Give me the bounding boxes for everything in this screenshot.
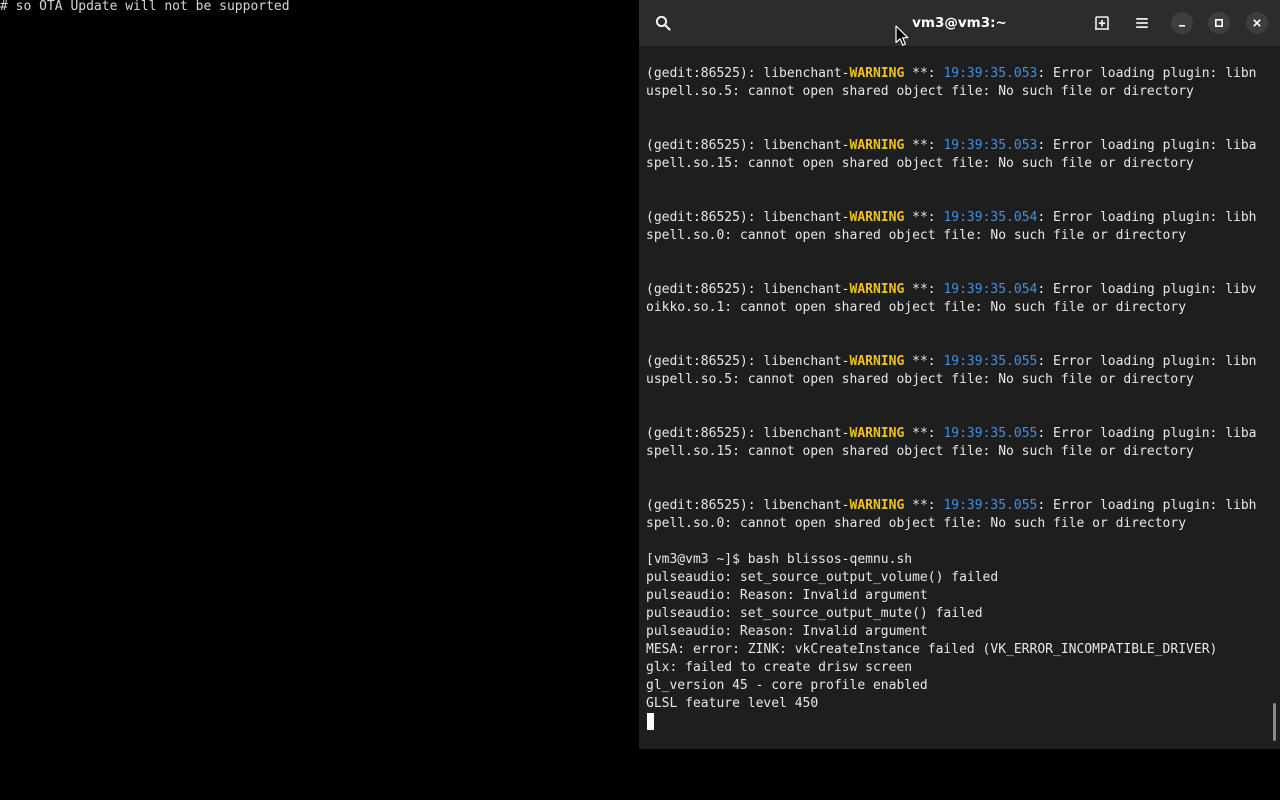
console-text-line: # so OTA Update will not be supported <box>0 0 290 14</box>
output-line: MESA: error: ZINK: vkCreateInstance fail… <box>646 642 1218 657</box>
log-line-continuation: spell.so.0: cannot open shared object fi… <box>646 516 1187 531</box>
log-line: (gedit:86525): libenchant-WARNING **: 19… <box>646 210 1257 225</box>
log-entry: (gedit:86525): libenchant-WARNING **: 19… <box>646 425 1272 461</box>
command-output-block: [vm3@vm3 ~]$ bash blissos-qemnu.sh pulse… <box>646 551 1272 713</box>
log-line: (gedit:86525): libenchant-WARNING **: 19… <box>646 66 1257 81</box>
output-line: glx: failed to create drisw screen <box>646 660 913 675</box>
terminal-output[interactable]: (gedit:86525): libenchant-WARNING **: 19… <box>646 65 1272 735</box>
log-line-continuation: uspell.so.5: cannot open shared object f… <box>646 372 1194 387</box>
mouse-pointer-icon <box>895 25 909 47</box>
maximize-icon <box>1214 18 1224 28</box>
log-line-continuation: oikko.so.1: cannot open shared object fi… <box>646 300 1187 315</box>
new-tab-icon <box>1094 15 1110 31</box>
output-line: pulseaudio: Reason: Invalid argument <box>646 624 928 639</box>
new-tab-button[interactable] <box>1088 9 1116 37</box>
warning-label: WARNING <box>849 354 905 369</box>
hamburger-menu-icon <box>1134 15 1150 31</box>
timestamp: 19:39:35.053 <box>943 66 1038 81</box>
log-line-continuation: spell.so.15: cannot open shared object f… <box>646 444 1194 459</box>
warning-label: WARNING <box>849 498 905 513</box>
minimize-button[interactable] <box>1171 12 1193 34</box>
timestamp: 19:39:35.053 <box>943 138 1038 153</box>
close-icon <box>1252 18 1262 28</box>
log-line-continuation: uspell.so.5: cannot open shared object f… <box>646 84 1194 99</box>
output-line: gl_version 45 - core profile enabled <box>646 678 928 693</box>
timestamp: 19:39:35.055 <box>943 498 1038 513</box>
main-menu-button[interactable] <box>1128 9 1156 37</box>
terminal-headerbar[interactable]: vm3@vm3:~ <box>639 0 1280 46</box>
log-entry: (gedit:86525): libenchant-WARNING **: 19… <box>646 497 1272 533</box>
warning-label: WARNING <box>849 210 905 225</box>
log-entry: (gedit:86525): libenchant-WARNING **: 19… <box>646 281 1272 317</box>
log-line: (gedit:86525): libenchant-WARNING **: 19… <box>646 426 1257 441</box>
warning-label: WARNING <box>849 66 905 81</box>
log-line-continuation: spell.so.15: cannot open shared object f… <box>646 156 1194 171</box>
timestamp: 19:39:35.055 <box>943 354 1038 369</box>
output-line: GLSL feature level 450 <box>646 696 819 711</box>
minimize-icon <box>1177 18 1187 28</box>
log-line: (gedit:86525): libenchant-WARNING **: 19… <box>646 498 1257 513</box>
log-line: (gedit:86525): libenchant-WARNING **: 19… <box>646 354 1257 369</box>
qemu-console-area: # so OTA Update will not be supported <box>0 0 639 800</box>
maximize-button[interactable] <box>1208 12 1230 34</box>
scrollbar-thumb[interactable] <box>1273 703 1276 741</box>
timestamp: 19:39:35.055 <box>943 426 1038 441</box>
warning-label: WARNING <box>849 426 905 441</box>
output-line: pulseaudio: set_source_output_volume() f… <box>646 570 999 585</box>
text-cursor <box>647 713 654 730</box>
output-line: pulseaudio: Reason: Invalid argument <box>646 588 928 603</box>
timestamp: 19:39:35.054 <box>943 210 1038 225</box>
log-entry: (gedit:86525): libenchant-WARNING **: 19… <box>646 353 1272 389</box>
log-line: (gedit:86525): libenchant-WARNING **: 19… <box>646 282 1257 297</box>
warning-label: WARNING <box>849 282 905 297</box>
close-button[interactable] <box>1246 12 1268 34</box>
timestamp: 19:39:35.054 <box>943 282 1038 297</box>
log-entry: (gedit:86525): libenchant-WARNING **: 19… <box>646 209 1272 245</box>
log-line: (gedit:86525): libenchant-WARNING **: 19… <box>646 138 1257 153</box>
warning-label: WARNING <box>849 138 905 153</box>
log-entry: (gedit:86525): libenchant-WARNING **: 19… <box>646 137 1272 173</box>
output-line: pulseaudio: set_source_output_mute() fai… <box>646 606 983 621</box>
log-entry: (gedit:86525): libenchant-WARNING **: 19… <box>646 65 1272 101</box>
shell-prompt-line: [vm3@vm3 ~]$ bash blissos-qemnu.sh <box>646 552 913 567</box>
terminal-window: vm3@vm3:~ (gedit:86525): libenchant-WARN… <box>639 0 1280 749</box>
log-line-continuation: spell.so.0: cannot open shared object fi… <box>646 228 1187 243</box>
